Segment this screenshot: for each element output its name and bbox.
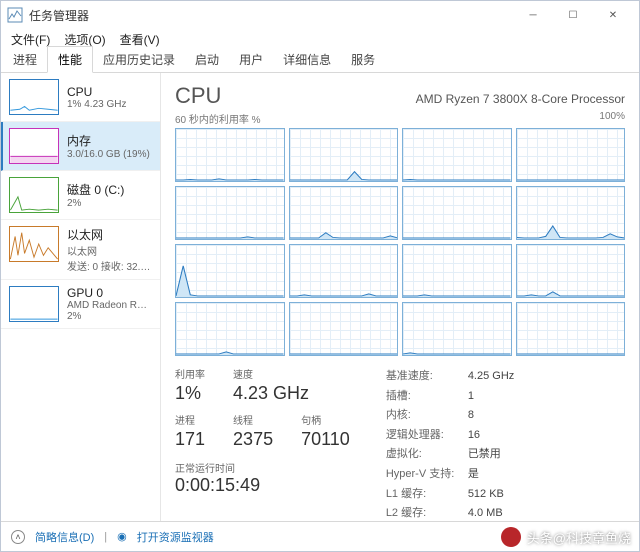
speed-value: 4.23 GHz bbox=[233, 383, 309, 404]
window-title: 任务管理器 bbox=[29, 7, 513, 24]
processor-name: AMD Ryzen 7 3800X 8-Core Processor bbox=[416, 92, 625, 106]
hyperv-label: Hyper-V 支持: bbox=[382, 466, 462, 484]
close-button[interactable]: ✕ bbox=[593, 1, 633, 29]
core-cell[interactable] bbox=[175, 302, 285, 356]
tab-details[interactable]: 详细信息 bbox=[273, 47, 341, 72]
sidebar-item-cpu[interactable]: CPU1% 4.23 GHz bbox=[1, 73, 160, 122]
sidebar-ethernet-sub2: 发送: 0 接收: 32.0 Kbps bbox=[67, 258, 152, 273]
page-title: CPU bbox=[175, 83, 221, 109]
cpu-info-table: 基准速度:4.25 GHz 插槽:1 内核:8 逻辑处理器:16 虚拟化:已禁用… bbox=[380, 366, 520, 521]
logical-label: 逻辑处理器: bbox=[382, 427, 462, 445]
minimize-button[interactable]: ─ bbox=[513, 1, 553, 29]
sidebar-gpu-title: GPU 0 bbox=[67, 286, 152, 300]
memory-thumb-icon bbox=[9, 128, 59, 164]
base-speed-value: 4.25 GHz bbox=[464, 368, 518, 386]
sidebar-gpu-sub: AMD Radeon RX… bbox=[67, 300, 152, 311]
core-cell[interactable] bbox=[175, 244, 285, 298]
util-label: 利用率 bbox=[175, 366, 205, 381]
speed-label: 速度 bbox=[233, 366, 309, 381]
disk-thumb-icon bbox=[9, 177, 59, 213]
core-cell[interactable] bbox=[516, 128, 626, 182]
handle-label: 句柄 bbox=[301, 412, 350, 427]
logical-value: 16 bbox=[464, 427, 518, 445]
tab-app-history[interactable]: 应用历史记录 bbox=[93, 47, 185, 72]
tab-services[interactable]: 服务 bbox=[341, 47, 385, 72]
core-grid bbox=[175, 128, 625, 356]
proc-value: 171 bbox=[175, 429, 205, 450]
chart-label-left: 60 秒内的利用率 % bbox=[175, 111, 261, 126]
app-icon bbox=[7, 7, 23, 23]
sidebar-cpu-title: CPU bbox=[67, 85, 126, 99]
l1-label: L1 缓存: bbox=[382, 486, 462, 504]
sidebar-gpu-sub2: 2% bbox=[67, 311, 152, 322]
core-cell[interactable] bbox=[175, 186, 285, 240]
tab-startup[interactable]: 启动 bbox=[185, 47, 229, 72]
l2-label: L2 缓存: bbox=[382, 505, 462, 521]
menubar: 文件(F) 选项(O) 查看(V) bbox=[1, 29, 639, 49]
tabstrip: 进程 性能 应用历史记录 启动 用户 详细信息 服务 bbox=[1, 49, 639, 73]
l2-value: 4.0 MB bbox=[464, 505, 518, 521]
sidebar-item-disk[interactable]: 磁盘 0 (C:)2% bbox=[1, 171, 160, 220]
uptime-label: 正常运行时间 bbox=[175, 460, 350, 475]
core-cell[interactable] bbox=[402, 186, 512, 240]
core-cell[interactable] bbox=[289, 186, 399, 240]
uptime-value: 0:00:15:49 bbox=[175, 475, 350, 496]
sidebar: CPU1% 4.23 GHz 内存3.0/16.0 GB (19%) 磁盘 0 … bbox=[1, 73, 161, 521]
cpu-thumb-icon bbox=[9, 79, 59, 115]
sidebar-ethernet-sub: 以太网 bbox=[67, 243, 152, 258]
cores-value: 8 bbox=[464, 407, 518, 425]
avatar-icon bbox=[501, 527, 521, 547]
core-cell[interactable] bbox=[516, 244, 626, 298]
maximize-button[interactable]: ☐ bbox=[553, 1, 593, 29]
sidebar-disk-sub: 2% bbox=[67, 198, 124, 209]
core-cell[interactable] bbox=[289, 302, 399, 356]
sockets-value: 1 bbox=[464, 388, 518, 406]
content-pane: CPU AMD Ryzen 7 3800X 8-Core Processor 6… bbox=[161, 73, 639, 521]
open-resmon-link[interactable]: 打开资源监视器 bbox=[137, 529, 214, 545]
proc-label: 进程 bbox=[175, 412, 205, 427]
core-cell[interactable] bbox=[175, 128, 285, 182]
sidebar-item-gpu[interactable]: GPU 0AMD Radeon RX…2% bbox=[1, 280, 160, 329]
titlebar: 任务管理器 ─ ☐ ✕ bbox=[1, 1, 639, 29]
tab-processes[interactable]: 进程 bbox=[3, 47, 47, 72]
handle-value: 70110 bbox=[301, 429, 350, 450]
watermark-text: 头条@科技章鱼烧 bbox=[527, 528, 631, 547]
fewer-details-link[interactable]: 简略信息(D) bbox=[35, 529, 94, 545]
core-cell[interactable] bbox=[516, 302, 626, 356]
core-cell[interactable] bbox=[402, 244, 512, 298]
ethernet-thumb-icon bbox=[9, 226, 59, 262]
monitor-icon: ◉ bbox=[117, 530, 127, 543]
hyperv-value: 是 bbox=[464, 466, 518, 484]
util-value: 1% bbox=[175, 383, 205, 404]
gpu-thumb-icon bbox=[9, 286, 59, 322]
sockets-label: 插槽: bbox=[382, 388, 462, 406]
tab-users[interactable]: 用户 bbox=[229, 47, 273, 72]
l1-value: 512 KB bbox=[464, 486, 518, 504]
virt-value: 已禁用 bbox=[464, 446, 518, 464]
cores-label: 内核: bbox=[382, 407, 462, 425]
sidebar-cpu-sub: 1% 4.23 GHz bbox=[67, 99, 126, 110]
core-cell[interactable] bbox=[402, 128, 512, 182]
sidebar-memory-title: 内存 bbox=[67, 132, 150, 149]
core-cell[interactable] bbox=[289, 128, 399, 182]
sidebar-item-ethernet[interactable]: 以太网以太网发送: 0 接收: 32.0 Kbps bbox=[1, 220, 160, 280]
core-cell[interactable] bbox=[402, 302, 512, 356]
watermark: 头条@科技章鱼烧 bbox=[501, 527, 631, 547]
core-cell[interactable] bbox=[516, 186, 626, 240]
base-speed-label: 基准速度: bbox=[382, 368, 462, 386]
chart-label-right: 100% bbox=[599, 111, 625, 126]
virt-label: 虚拟化: bbox=[382, 446, 462, 464]
sidebar-memory-sub: 3.0/16.0 GB (19%) bbox=[67, 149, 150, 160]
sidebar-item-memory[interactable]: 内存3.0/16.0 GB (19%) bbox=[1, 122, 160, 171]
thread-label: 线程 bbox=[233, 412, 273, 427]
tab-performance[interactable]: 性能 bbox=[47, 46, 93, 73]
core-cell[interactable] bbox=[289, 244, 399, 298]
thread-value: 2375 bbox=[233, 429, 273, 450]
sidebar-disk-title: 磁盘 0 (C:) bbox=[67, 181, 124, 198]
chevron-up-icon[interactable]: ˄ bbox=[11, 530, 25, 544]
sidebar-ethernet-title: 以太网 bbox=[67, 226, 152, 243]
